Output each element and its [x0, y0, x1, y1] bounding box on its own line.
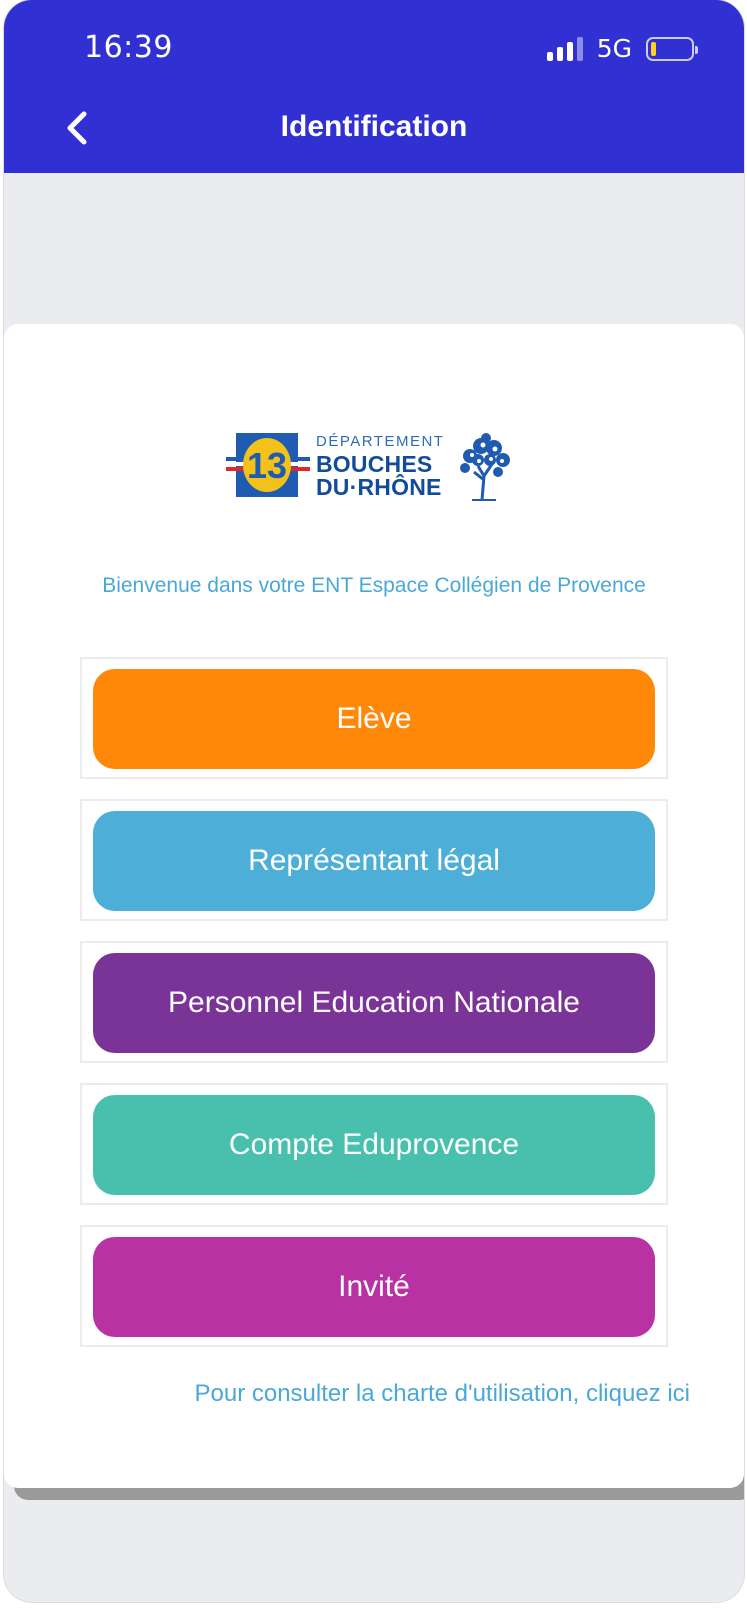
status-time: 16:39 [84, 30, 173, 65]
signal-icon [546, 36, 583, 61]
logo-department-label: DÉPARTEMENT [316, 432, 445, 450]
welcome-message: Bienvenue dans votre ENT Espace Collégie… [102, 574, 646, 597]
charte-link[interactable]: Pour consulter la charte d'utilisation, … [195, 1380, 691, 1408]
personnel-education-nationale-button-frame: Personnel Education Nationale [80, 941, 668, 1063]
battery-icon [646, 36, 698, 61]
eleve-button[interactable]: Elève [93, 669, 655, 769]
page-title: Identification [280, 110, 468, 143]
network-label: 5G [596, 34, 632, 63]
representant-legal-button-frame: Représentant légal [80, 799, 668, 921]
compte-eduprovence-button-frame: Compte Eduprovence [80, 1083, 668, 1205]
svg-text:13: 13 [247, 445, 287, 486]
invite-button-frame: Invité [80, 1225, 668, 1347]
representant-legal-button[interactable]: Représentant légal [93, 811, 655, 911]
battery-fill [651, 41, 656, 56]
logo-name-line1: BOUCHES [316, 450, 433, 477]
logo-text: DÉPARTEMENT BOUCHES DU·RHÔNE [316, 434, 444, 499]
eleve-button-frame: Elève [80, 657, 668, 779]
personnel-education-nationale-button[interactable]: Personnel Education Nationale [93, 953, 655, 1053]
login-card: 13 DÉPARTEMENT BOUCHES DU·RHÔNE Bienvenu… [4, 324, 744, 1488]
department-13-badge: 13 [226, 433, 310, 497]
invite-button[interactable]: Invité [93, 1237, 655, 1337]
compte-eduprovence-button[interactable]: Compte Eduprovence [93, 1095, 655, 1195]
department-logo: 13 DÉPARTEMENT BOUCHES DU·RHÔNE [226, 428, 526, 504]
top-app-bar: 16:39 5G Identification [4, 0, 744, 173]
phone-screen: 16:39 5G Identification 13 DÉPARTEMENT B… [4, 0, 744, 1602]
logo-name-line2: DU·RHÔNE [316, 473, 442, 500]
olive-tree-icon [460, 433, 511, 501]
status-indicators: 5G [546, 34, 698, 63]
